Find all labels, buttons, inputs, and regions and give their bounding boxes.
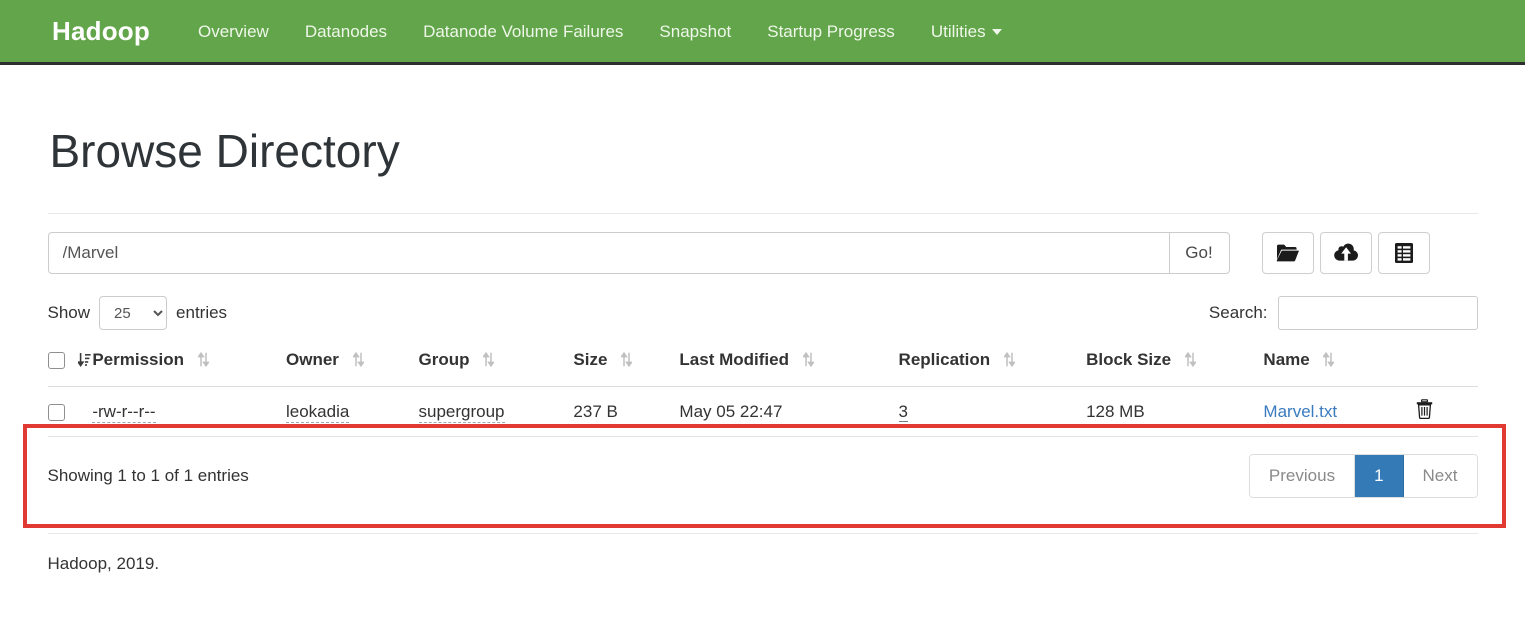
nav-item-snapshot[interactable]: Snapshot [641, 23, 749, 40]
go-button[interactable]: Go! [1168, 232, 1230, 275]
cell-permission: -rw-r--r-- [92, 386, 286, 438]
group-value[interactable]: supergroup [418, 401, 505, 423]
chevron-down-icon [991, 29, 1002, 36]
header-name[interactable]: Name [1263, 336, 1417, 388]
nav-links: Overview Datanodes Datanode Volume Failu… [180, 23, 1020, 40]
header-name-label: Name [1263, 350, 1310, 370]
file-listing-table: Permission Owner Group Size Last Modifie… [47, 336, 1478, 438]
nav-item-utilities-label: Utilities [930, 21, 986, 41]
file-link[interactable]: Marvel.txt [1263, 402, 1337, 421]
pagination-next[interactable]: Next [1403, 455, 1477, 497]
footer-divider [47, 532, 1478, 534]
header-group-label: Group [418, 350, 470, 370]
search-control: Search: [1208, 296, 1478, 331]
sort-both-icon[interactable] [1184, 352, 1197, 372]
header-permission-label: Permission [92, 350, 184, 370]
table-row: -rw-r--r-- leokadia supergroup 237 B May… [47, 386, 1478, 438]
table-body: -rw-r--r-- leokadia supergroup 237 B May… [47, 386, 1478, 438]
header-last-modified-label: Last Modified [679, 350, 789, 370]
sort-both-icon[interactable] [1003, 352, 1016, 372]
upload-files-button[interactable] [1319, 232, 1372, 275]
header-select-all [47, 336, 93, 388]
new-directory-button[interactable] [1261, 232, 1314, 275]
page-length-control: Show 25 50 100 entries [47, 296, 228, 331]
search-input[interactable] [1277, 296, 1478, 331]
row-checkbox[interactable] [47, 403, 65, 421]
delete-file-button[interactable] [1416, 399, 1433, 424]
cell-delete [1416, 386, 1478, 438]
table-head: Permission Owner Group Size Last Modifie… [47, 336, 1478, 388]
entries-label: entries [176, 303, 228, 323]
cloud-upload-icon [1333, 243, 1359, 263]
path-toolbar: Go! [47, 232, 1478, 275]
pagination: Previous 1 Next [1248, 454, 1478, 498]
cell-replication: 3 [898, 386, 1087, 438]
row-select-cell [47, 386, 93, 438]
header-replication[interactable]: Replication [898, 336, 1087, 388]
new-directory-icon [1276, 243, 1300, 263]
cut-paste-list-icon [1394, 242, 1414, 264]
search-label: Search: [1208, 303, 1268, 323]
page-container: Browse Directory Go! [22, 125, 1506, 574]
sort-both-icon[interactable] [801, 352, 815, 372]
nav-item-startup-progress[interactable]: Startup Progress [749, 23, 913, 40]
cell-size: 237 B [573, 386, 680, 438]
page-length-select[interactable]: 25 50 100 [99, 296, 168, 331]
nav-item-datanodes[interactable]: Datanodes [287, 23, 405, 40]
header-group[interactable]: Group [418, 336, 574, 388]
header-owner-label: Owner [286, 350, 339, 370]
cell-group: supergroup [418, 386, 574, 438]
nav-item-utilities[interactable]: Utilities [913, 23, 1020, 40]
cell-last-modified: May 05 22:47 [679, 386, 899, 438]
show-label: Show [47, 303, 91, 323]
nav-item-datanode-volume-failures[interactable]: Datanode Volume Failures [405, 23, 641, 40]
sort-both-icon[interactable] [1322, 352, 1336, 372]
header-last-modified[interactable]: Last Modified [679, 336, 899, 388]
sort-both-icon[interactable] [351, 352, 365, 372]
table-info: Showing 1 to 1 of 1 entries [47, 465, 249, 485]
header-size-label: Size [573, 350, 608, 370]
sort-amount-icon[interactable] [76, 352, 91, 372]
cut-paste-button[interactable] [1377, 232, 1430, 275]
owner-value[interactable]: leokadia [286, 401, 350, 423]
sort-both-icon[interactable] [482, 352, 496, 372]
header-replication-label: Replication [898, 350, 991, 370]
cell-owner: leokadia [286, 386, 419, 438]
sort-both-icon[interactable] [196, 352, 210, 372]
table-footer: Showing 1 to 1 of 1 entries Previous 1 N… [47, 454, 1478, 498]
page-title: Browse Directory [49, 125, 400, 177]
path-input[interactable] [47, 232, 1169, 275]
header-block-size-label: Block Size [1086, 350, 1172, 370]
pagination-page-1[interactable]: 1 [1355, 455, 1404, 497]
top-navbar: Hadoop Overview Datanodes Datanode Volum… [0, 0, 1525, 65]
replication-value[interactable]: 3 [898, 401, 909, 422]
header-delete [1416, 336, 1478, 388]
nav-item-overview[interactable]: Overview [180, 23, 287, 40]
cell-block-size: 128 MB [1086, 386, 1264, 438]
cell-name: Marvel.txt [1263, 386, 1417, 438]
table-header-row: Permission Owner Group Size Last Modifie… [47, 336, 1478, 388]
header-owner[interactable]: Owner [286, 336, 419, 388]
pagination-previous[interactable]: Previous [1249, 455, 1356, 497]
header-size[interactable]: Size [573, 336, 680, 388]
path-input-group: Go! [47, 232, 1230, 275]
permission-value[interactable]: -rw-r--r-- [92, 401, 156, 423]
header-permission[interactable]: Permission [92, 336, 286, 388]
brand-hadoop[interactable]: Hadoop [52, 18, 150, 44]
table-controls: Show 25 50 100 entries Search: [47, 296, 1478, 331]
title-divider [47, 213, 1478, 215]
header-block-size[interactable]: Block Size [1086, 336, 1264, 388]
sort-both-icon[interactable] [620, 352, 634, 372]
copyright-text: Hadoop, 2019. [47, 553, 160, 573]
path-action-buttons [1261, 232, 1430, 275]
select-all-checkbox[interactable] [47, 352, 65, 370]
